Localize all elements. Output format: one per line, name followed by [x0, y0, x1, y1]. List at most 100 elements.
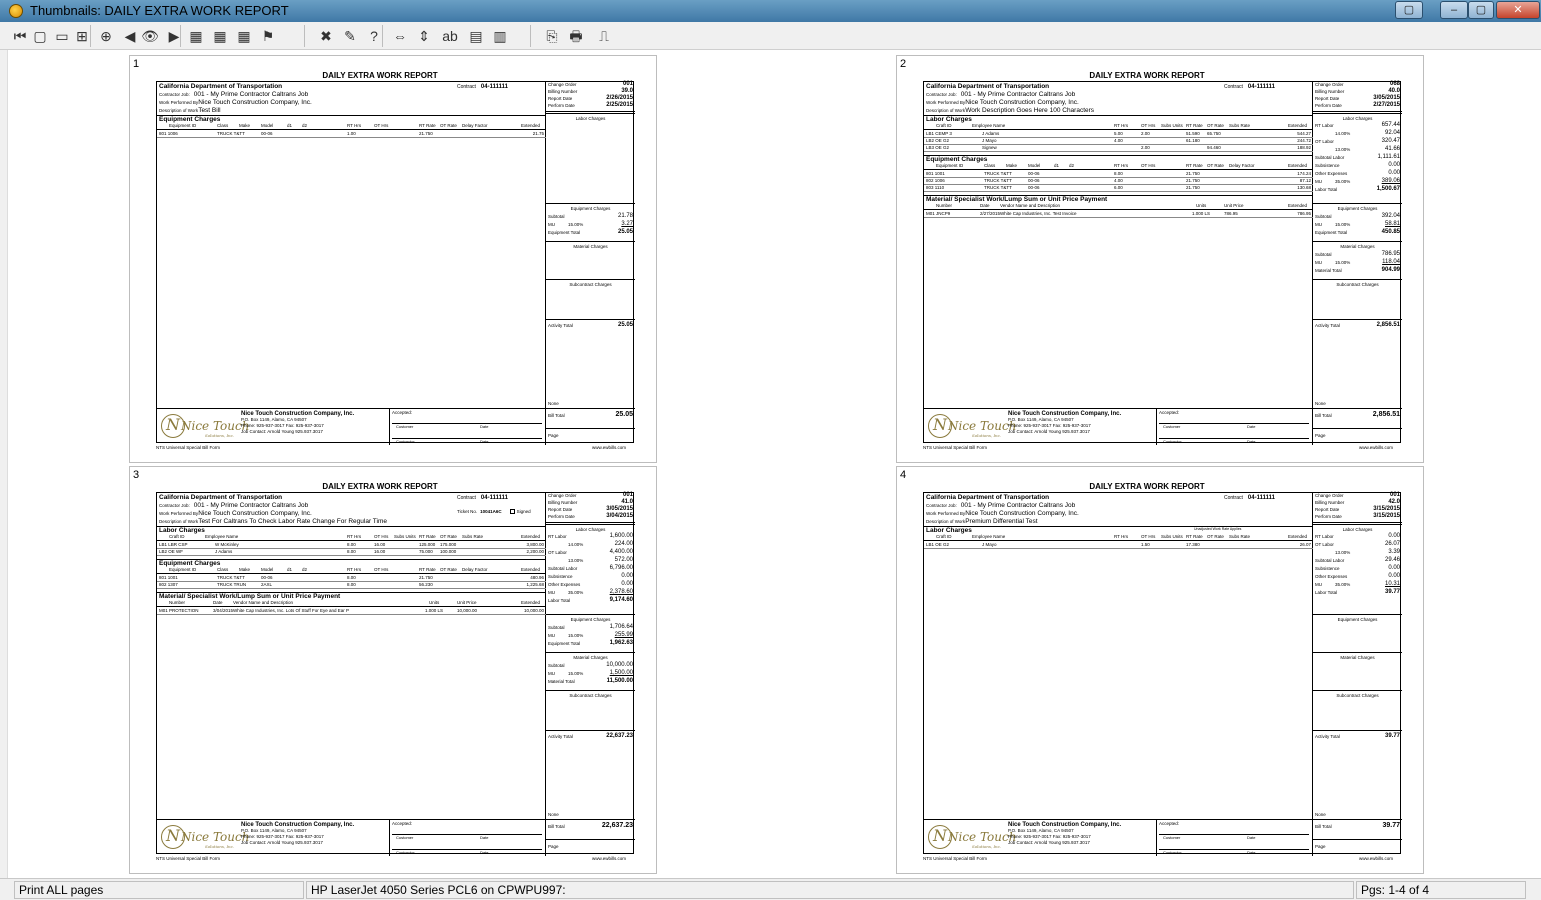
table-row: 801 1001 TRUCK T&TT 00-06 8.00 21.750 480.96 [157, 575, 546, 582]
summary-row: Activity Total 22,637.23 [546, 733, 635, 741]
table-cell: 8.00 [347, 582, 356, 587]
summary-row-value: 0.00 [621, 573, 633, 579]
table-row: LB2 OE G2 J Mayo 4.00 61.180 244.72 [924, 138, 1313, 145]
summary-row-value: 41.66 [1384, 146, 1400, 152]
table-row: M01 JNCP9 2/27/2015 White Cap Industries, … [924, 211, 1313, 218]
column-header: Craft ID [936, 123, 952, 128]
summary-box: Material Charges [546, 241, 635, 279]
column-header: Class [217, 123, 229, 128]
thumbnails-icon[interactable]: ▥ [490, 26, 510, 46]
printer-status[interactable]: HP LaserJet 4050 Series PCL6 on CPWPU997… [306, 881, 1354, 899]
note-icon[interactable]: ▤ [466, 26, 486, 46]
summary-row: Subsistence 0.00 [1313, 162, 1402, 170]
summary-row-label: MU [548, 590, 555, 595]
multi-page-icon[interactable]: ⊞ [72, 26, 92, 46]
acceptance-box: Accepted: Customer Date Contractor Date [389, 409, 546, 445]
maximize-button[interactable]: ▢ [1468, 1, 1494, 19]
report-title: DAILY EXTRA WORK REPORT [1089, 71, 1205, 80]
export-icon[interactable]: ⎘ [542, 26, 562, 46]
restore-icon[interactable]: ▢ [1395, 1, 1423, 19]
summary-box-title: Equipment Charges [570, 617, 611, 622]
summary-row-percent: 15.00% [568, 671, 584, 676]
section-title: Equipment Charges [924, 155, 1313, 163]
minimize-button[interactable]: – [1440, 1, 1468, 19]
first-page-icon[interactable]: ⏮ [10, 26, 30, 46]
edit-icon[interactable]: ✎ [340, 26, 360, 46]
help-icon[interactable]: ? [364, 26, 384, 46]
table-cell: 1.00 [347, 131, 356, 136]
table-cell: 87.12 [1299, 178, 1311, 183]
zoom-icon[interactable]: ⊕ [96, 26, 116, 46]
company-logo: N Nice Touch Solutions, Inc. [161, 824, 249, 852]
summary-row: MU 15.00% 118.04 [1313, 259, 1402, 267]
column-header: Number [936, 203, 953, 208]
window-title: Thumbnails: DAILY EXTRA WORK REPORT [30, 3, 289, 18]
report-body: California Department of Transportation C… [924, 493, 1313, 819]
report-page-thumbnail[interactable]: 2 DAILY EXTRA WORK REPORT California Depar… [896, 55, 1424, 463]
summary-row-percent: 15.00% [1335, 260, 1351, 265]
summary-row-label: Activity Total [1315, 323, 1340, 328]
text-icon[interactable]: ab [440, 26, 460, 46]
customer-signature-line[interactable] [1159, 834, 1309, 835]
table-cell: W McKinley [215, 542, 239, 547]
table-cell: 21.750 [1186, 171, 1200, 176]
view-icon[interactable]: 👁 [140, 26, 160, 46]
fit-page-icon[interactable]: ⇕ [414, 26, 434, 46]
summary-row: Material Total 904.99 [1313, 267, 1402, 275]
summary-row-label: Equipment Total [548, 641, 581, 646]
print-icon[interactable]: 🖶 [566, 26, 586, 46]
form-name: NTS Universal Special Bill Form [923, 445, 988, 450]
column-headers: Craft ID Employee Name RT Hrs OT Hrs Subs Un… [924, 534, 1313, 541]
grid-1-icon[interactable]: ▦ [186, 26, 206, 46]
column-header: Employee Name [972, 123, 1006, 128]
summary-box: Equipment Charges Subtotal 21.78 MU 15.00% 3.… [546, 203, 635, 241]
summary-box: Equipment Charges [1313, 614, 1402, 652]
close-button[interactable]: ✕ [1496, 1, 1540, 19]
page-number: 4 [900, 469, 907, 481]
print-mode-status[interactable]: Print ALL pages [14, 881, 304, 899]
table-cell: 00-06 [1028, 185, 1040, 190]
table-cell: TRUCK T&TT [217, 575, 245, 580]
summary-row: MU 15.00% 3.27 [546, 221, 635, 229]
summary-row-label: Labor Total [1315, 187, 1338, 192]
work-description: Test For Caltrans To Check Labor Rate Ch… [198, 518, 388, 525]
table-cell: 1,225.68 [526, 582, 544, 587]
summary-row: Subtotal 392.04 [1313, 213, 1402, 221]
contractor-label: Contractor Job: [159, 92, 190, 97]
dept-name: California Department of Transportation [159, 83, 283, 90]
table-cell: 1.000 LS [425, 608, 444, 613]
column-header: OT Hrs [374, 567, 389, 572]
report-page-thumbnail[interactable]: 3 DAILY EXTRA WORK REPORT California Depar… [129, 466, 657, 874]
customer-signature-line[interactable] [392, 834, 542, 835]
fit-width-icon[interactable]: ⇔ [390, 26, 410, 46]
summary-row-value: 39.77 [1384, 733, 1400, 739]
prev-icon[interactable]: ◀ [120, 26, 140, 46]
close-icon[interactable]: ✖ [316, 26, 336, 46]
customer-signature-line[interactable] [1159, 423, 1309, 424]
single-page-icon[interactable]: ▢ [30, 26, 50, 46]
grid-3-icon[interactable]: ▦ [234, 26, 254, 46]
logo-word: Nice Touch [181, 830, 250, 844]
summary-row-label: Subtotal Labor [1315, 558, 1345, 563]
summary-row: Activity Total 25.05 [546, 322, 635, 330]
signed-checkbox[interactable] [509, 509, 515, 515]
grid-2-icon[interactable]: ▦ [210, 26, 230, 46]
page-setup-icon[interactable]: ⎍ [594, 26, 614, 46]
bill-total-label: Bill Total [548, 413, 565, 418]
toolbar: ⏮ ▢ ▭ ⊞ ⊕ ◀ 👁 ▶ ▦ ▦ ▦ ⚑ ✖ ✎? ⇔ ⇕ ab ▤ ▥ ⎘ 🖶 ⎍ [0, 22, 1541, 50]
table-row: 802 1006 TRUCK T&TT 00-06 4.00 21.750 87.12 [924, 178, 1313, 185]
column-headers: Equipment ID Class Make Model d1 d2 RT Hrs OT H… [924, 163, 1313, 170]
table-cell: White Cap Industries, Inc. Test Invoice [1000, 211, 1077, 216]
summary-value: 2/25/2015 [606, 102, 633, 108]
customer-signature-line[interactable] [392, 423, 542, 424]
summary-row-value: 10,000.00 [606, 662, 633, 668]
two-page-icon[interactable]: ▭ [52, 26, 72, 46]
flag-icon[interactable]: ⚑ [258, 26, 278, 46]
performed-label: Work Performed By [926, 100, 966, 105]
page-label: Page [1315, 433, 1326, 438]
summary-row-value: 10.31 [1384, 581, 1400, 587]
report-page-thumbnail[interactable]: 1 DAILY EXTRA WORK REPORT California Depar… [129, 55, 657, 463]
next-icon[interactable]: ▶ [164, 26, 184, 46]
report-page-thumbnail[interactable]: 4 DAILY EXTRA WORK REPORT California Depar… [896, 466, 1424, 874]
table-cell: 802 1006 [926, 178, 945, 183]
